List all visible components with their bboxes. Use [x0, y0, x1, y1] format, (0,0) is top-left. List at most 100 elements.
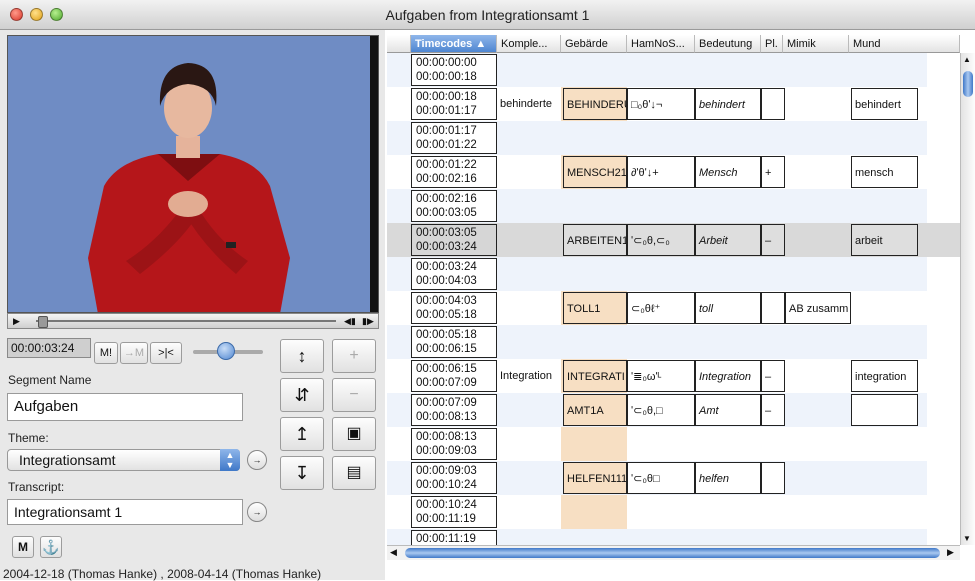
- insert-segment-split-button[interactable]: ↕: [280, 339, 324, 373]
- table-row[interactable]: 00:00:00:00 00:00:00:18: [387, 53, 927, 87]
- plural-cell[interactable]: –: [761, 394, 785, 426]
- hamnosys-cell[interactable]: ʹ⊂₀θ,□: [627, 394, 695, 426]
- gebaerde-cell[interactable]: BEHINDERU: [563, 88, 627, 120]
- timecode-cell[interactable]: 00:00:03:24 00:00:04:03: [411, 258, 497, 290]
- table-row-selected[interactable]: 00:00:03:05 00:00:03:24 ARBEITEN1 ʹ⊂₀θ,⊂₀…: [387, 223, 960, 257]
- bedeutung-cell[interactable]: Amt: [695, 394, 761, 426]
- timecode-cell[interactable]: 00:00:09:03 00:00:10:24: [411, 462, 497, 494]
- timecode-cell[interactable]: 00:00:11:19: [411, 530, 497, 545]
- table-row[interactable]: 00:00:03:24 00:00:04:03: [387, 257, 927, 291]
- table-row[interactable]: 00:00:10:24 00:00:11:19: [387, 495, 927, 529]
- table-row[interactable]: 00:00:09:03 00:00:10:24 HELFEN111 ʹ⊂₀θ□ h…: [387, 461, 927, 495]
- column-header-komplex[interactable]: Komple...: [497, 35, 561, 53]
- timecode-cell[interactable]: 00:00:01:22 00:00:02:16: [411, 156, 497, 188]
- theme-link-button[interactable]: →: [247, 450, 267, 470]
- table-row[interactable]: 00:00:01:22 00:00:02:16 MENSCH21 ∂ʹθʹ↓+ M…: [387, 155, 927, 189]
- gebaerde-cell[interactable]: TOLL1: [563, 292, 627, 324]
- move-up-button[interactable]: ↥: [280, 417, 324, 451]
- scrubber-handle[interactable]: [38, 316, 48, 328]
- scroll-left-icon[interactable]: ◀: [390, 547, 397, 558]
- theme-select[interactable]: Integrationsamt ▲ ▼: [7, 449, 240, 471]
- table-row[interactable]: 00:00:06:15 00:00:07:09 Integration INTEG…: [387, 359, 927, 393]
- hamnosys-cell[interactable]: □₀θʹ↓¬: [627, 88, 695, 120]
- bedeutung-cell[interactable]: behindert: [695, 88, 761, 120]
- hamnosys-cell[interactable]: ⊂₀θℓ⁺: [627, 292, 695, 324]
- hamnosys-cell[interactable]: ʹ⊂₀θ,⊂₀: [627, 224, 695, 256]
- timecode-cell[interactable]: 00:00:08:13 00:00:09:03: [411, 428, 497, 460]
- mund-cell[interactable]: behindert: [851, 88, 918, 120]
- scroll-down-icon[interactable]: ▼: [963, 534, 971, 543]
- plural-cell[interactable]: +: [761, 156, 785, 188]
- plural-cell[interactable]: [761, 462, 785, 494]
- volume-slider-knob[interactable]: [217, 342, 235, 360]
- step-back-icon[interactable]: ◀▮: [344, 314, 356, 328]
- table-row[interactable]: 00:00:00:18 00:00:01:17 behinderte BEHIND…: [387, 87, 927, 121]
- timecode-cell[interactable]: 00:00:07:09 00:00:08:13: [411, 394, 497, 426]
- plural-cell[interactable]: –: [761, 360, 785, 392]
- vertical-scrollbar[interactable]: ▲ ▼: [960, 53, 975, 545]
- table-row[interactable]: 00:00:02:16 00:00:03:05: [387, 189, 927, 223]
- plural-cell[interactable]: [761, 292, 785, 324]
- komplex-cell[interactable]: Integration: [497, 360, 561, 392]
- gebaerde-cell[interactable]: HELFEN111: [563, 462, 627, 494]
- column-header-timecodes[interactable]: Timecodes ▲: [411, 35, 497, 53]
- timecode-cell[interactable]: 00:00:06:15 00:00:07:09: [411, 360, 497, 392]
- segment-name-field[interactable]: Aufgaben: [7, 393, 243, 421]
- plural-cell[interactable]: –: [761, 224, 785, 256]
- table-row[interactable]: 00:00:01:17 00:00:01:22: [387, 121, 927, 155]
- video-player[interactable]: [7, 35, 379, 313]
- horizontal-scrollbar[interactable]: ◀ ▶: [387, 545, 960, 560]
- column-header-mimik[interactable]: Mimik: [783, 35, 849, 53]
- gebaerde-cell[interactable]: INTEGRATI: [563, 360, 627, 392]
- bedeutung-cell[interactable]: helfen: [695, 462, 761, 494]
- mund-cell[interactable]: [851, 394, 918, 426]
- timecode-cell[interactable]: 00:00:00:18 00:00:01:17: [411, 88, 497, 120]
- mark-button[interactable]: M!: [94, 342, 118, 364]
- table-row[interactable]: 00:00:04:03 00:00:05:18 TOLL1 ⊂₀θℓ⁺ toll …: [387, 291, 927, 325]
- column-header-mund[interactable]: Mund: [849, 35, 960, 53]
- timecode-cell[interactable]: 00:00:04:03 00:00:05:18: [411, 292, 497, 324]
- gebaerde-cell[interactable]: AMT1A: [563, 394, 627, 426]
- plural-cell[interactable]: [761, 88, 785, 120]
- video-scrubber-bar[interactable]: ▶ ◀▮ ▮▶: [7, 313, 379, 329]
- set-in-point-button[interactable]: ▣: [332, 417, 376, 451]
- transcript-link-button[interactable]: →: [247, 502, 267, 522]
- insert-segment-merge-button[interactable]: ⇵: [280, 378, 324, 412]
- range-button[interactable]: >|<: [150, 342, 182, 364]
- scroll-right-icon[interactable]: ▶: [947, 547, 954, 558]
- timecode-cell[interactable]: 00:00:01:17 00:00:01:22: [411, 122, 497, 154]
- hamnosys-cell[interactable]: ʹ⊂₀θ□: [627, 462, 695, 494]
- gebaerde-cell[interactable]: MENSCH21: [563, 156, 627, 188]
- gebaerde-cell[interactable]: ARBEITEN1: [563, 224, 627, 256]
- timecode-cell[interactable]: 00:00:03:05 00:00:03:24: [411, 224, 497, 256]
- move-down-button[interactable]: ↧: [280, 456, 324, 490]
- remove-row-button[interactable]: −: [332, 378, 376, 412]
- timecode-cell[interactable]: 00:00:02:16 00:00:03:05: [411, 190, 497, 222]
- vertical-scroll-thumb[interactable]: [963, 71, 973, 97]
- set-out-point-button[interactable]: ▤: [332, 456, 376, 490]
- scrubber-track[interactable]: [36, 320, 336, 322]
- anchor-button[interactable]: ⚓: [40, 536, 62, 558]
- mund-cell[interactable]: arbeit: [851, 224, 918, 256]
- column-header-plural[interactable]: Pl.: [761, 35, 783, 53]
- hamnosys-cell[interactable]: ʹ≣₀ωʹᴸ: [627, 360, 695, 392]
- timecode-cell[interactable]: 00:00:05:18 00:00:06:15: [411, 326, 497, 358]
- timecode-cell[interactable]: 00:00:10:24 00:00:11:19: [411, 496, 497, 528]
- movie-button[interactable]: M: [12, 536, 34, 558]
- add-row-button[interactable]: +: [332, 339, 376, 373]
- bedeutung-cell[interactable]: Integration: [695, 360, 761, 392]
- column-header-hamnosys[interactable]: HamNoS...: [627, 35, 695, 53]
- komplex-cell[interactable]: behinderte: [497, 88, 561, 120]
- column-header-gebaerde[interactable]: Gebärde: [561, 35, 627, 53]
- column-header-bedeutung[interactable]: Bedeutung: [695, 35, 761, 53]
- table-row[interactable]: 00:00:11:19: [387, 529, 927, 545]
- transcript-field[interactable]: Integrationsamt 1: [7, 499, 243, 525]
- bedeutung-cell[interactable]: Mensch: [695, 156, 761, 188]
- scroll-up-icon[interactable]: ▲: [963, 55, 971, 64]
- timecode-cell[interactable]: 00:00:00:00 00:00:00:18: [411, 54, 497, 86]
- go-to-mark-button[interactable]: →M: [120, 342, 148, 364]
- mund-cell[interactable]: mensch: [851, 156, 918, 188]
- table-row[interactable]: 00:00:07:09 00:00:08:13 AMT1A ʹ⊂₀θ,□ Amt …: [387, 393, 927, 427]
- play-icon[interactable]: ▶: [13, 314, 20, 328]
- hamnosys-cell[interactable]: ∂ʹθʹ↓+: [627, 156, 695, 188]
